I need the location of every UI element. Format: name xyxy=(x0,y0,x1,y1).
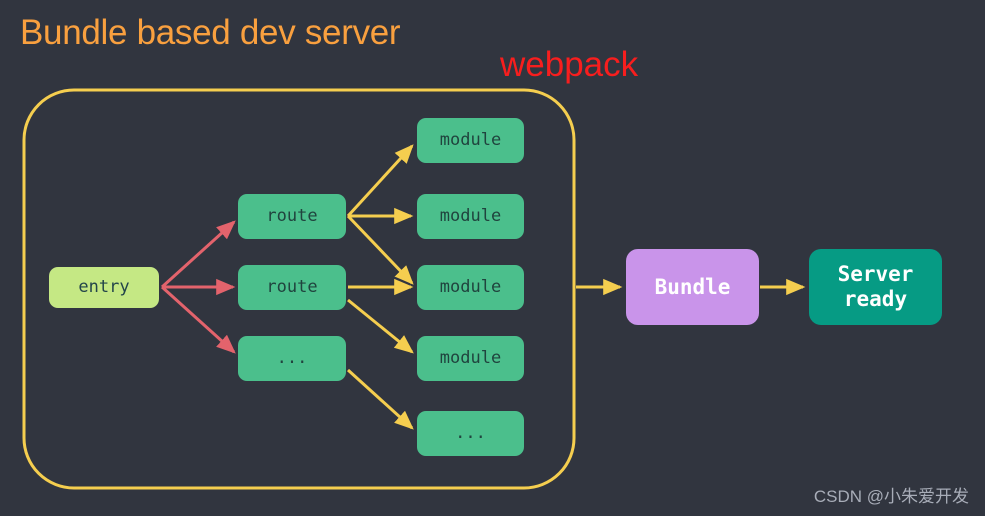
node-route-2[interactable]: route xyxy=(238,265,346,310)
edge-entry-to-route-3 xyxy=(162,287,234,352)
edge-route-2-to-module-4 xyxy=(348,300,412,352)
diagram-canvas: Bundle based dev server webpack xyxy=(0,0,985,516)
webpack-label: webpack xyxy=(500,45,638,85)
edge-route-1-to-module-1 xyxy=(348,146,412,216)
edge-entry-to-route-1 xyxy=(162,222,234,287)
node-module-2[interactable]: module xyxy=(417,194,524,239)
node-bundle[interactable]: Bundle xyxy=(626,249,759,325)
node-entry[interactable]: entry xyxy=(49,267,159,308)
page-title: Bundle based dev server xyxy=(20,13,400,53)
node-module-5-ellipsis[interactable]: ... xyxy=(417,411,524,456)
node-module-1[interactable]: module xyxy=(417,118,524,163)
node-module-4[interactable]: module xyxy=(417,336,524,381)
node-route-3-ellipsis[interactable]: ... xyxy=(238,336,346,381)
csdn-watermark: CSDN @小朱爱开发 xyxy=(814,482,969,507)
edge-route-3-to-module-5 xyxy=(348,370,412,428)
edge-route-1-to-module-3 xyxy=(348,216,412,283)
node-module-3[interactable]: module xyxy=(417,265,524,310)
node-server-ready[interactable]: Server ready xyxy=(809,249,942,325)
node-route-1[interactable]: route xyxy=(238,194,346,239)
